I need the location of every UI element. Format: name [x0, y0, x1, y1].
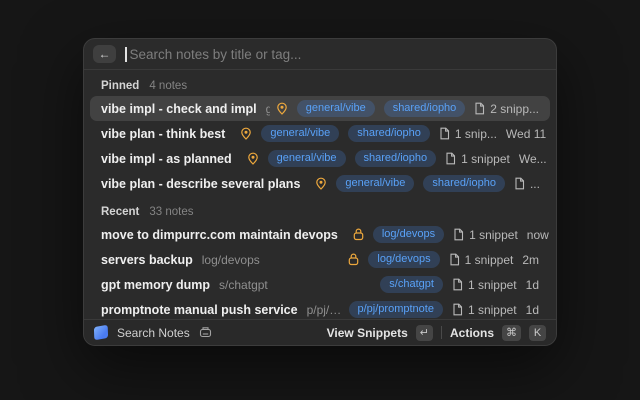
note-subtitle: p/pj/promptnote	[307, 303, 343, 317]
tag-badge: shared/iopho	[348, 125, 430, 142]
snippet-meta: 1 snippet	[445, 152, 510, 166]
search-input[interactable]	[130, 47, 548, 62]
pin-icon	[240, 127, 252, 140]
snippet-count: ...	[530, 177, 540, 191]
note-accessories: p/pj/promptnote 1 snippet 1d	[349, 301, 540, 318]
note-title: servers backup	[101, 253, 193, 267]
snippet-icon	[439, 127, 450, 140]
section-count: 33 notes	[149, 206, 193, 218]
footer-actions: View Snippets ↵ Actions ⌘ K	[327, 325, 546, 341]
snippet-meta: 1 snippet	[449, 253, 514, 267]
lock-icon	[348, 253, 359, 266]
view-snippets-button[interactable]: View Snippets	[327, 326, 408, 340]
search-bar: ←	[84, 39, 556, 70]
section-header-recent: Recent 33 notes	[84, 196, 556, 222]
note-subtitle: log/devops	[202, 253, 260, 267]
snippet-meta: 1 snip...	[439, 127, 497, 141]
snippet-icon	[452, 303, 463, 316]
note-subtitle: general/vibe, shared/iopho	[266, 102, 270, 116]
text-caret	[125, 47, 127, 62]
note-date: 1d	[526, 278, 539, 292]
pin-icon	[276, 102, 288, 115]
enter-keycap[interactable]: ↵	[416, 325, 433, 341]
note-date: now	[527, 228, 549, 242]
footer-divider	[441, 326, 442, 339]
snippet-icon	[445, 152, 456, 165]
printer-icon	[199, 326, 212, 339]
tag-badge: shared/iopho	[384, 100, 466, 117]
note-accessories: s/chatgpt 1 snippet 1d	[380, 276, 539, 293]
launcher-panel: ← Pinned 4 notesvibe impl - check and im…	[83, 38, 557, 346]
note-title: move to dimpurrc.com maintain devops	[101, 228, 338, 242]
snippet-meta: ...	[514, 177, 540, 191]
note-accessories: general/vibe shared/iopho 1 snippet We...	[247, 150, 547, 167]
pin-icon	[247, 152, 259, 165]
tag-badge: general/vibe	[261, 125, 339, 142]
snippet-icon	[453, 228, 464, 241]
note-row[interactable]: gpt memory dump s/chatgpt s/chatgpt 1 sn…	[90, 272, 550, 297]
note-subtitle: s/chatgpt	[219, 278, 268, 292]
extension-name: Search Notes	[117, 326, 190, 340]
note-row[interactable]: move to dimpurrc.com maintain devops log…	[90, 222, 550, 247]
tag-badge: s/chatgpt	[380, 276, 443, 293]
snippet-icon	[474, 102, 485, 115]
snippet-count: 1 snippet	[461, 152, 510, 166]
section-label: Pinned	[101, 80, 139, 92]
note-accessories: general/vibe shared/iopho 2 snipp...	[276, 100, 539, 117]
extension-note-icon	[94, 325, 108, 341]
snippet-meta: 1 snippet	[452, 278, 517, 292]
k-keycap[interactable]: K	[529, 325, 546, 341]
note-row[interactable]: vibe plan - think best general/vibe, sha…	[90, 121, 550, 146]
pin-icon	[315, 177, 327, 190]
snippet-count: 2 snipp...	[490, 102, 539, 116]
tag-badge: log/devops	[368, 251, 439, 268]
note-title: vibe impl - check and impl	[101, 102, 257, 116]
back-button[interactable]: ←	[93, 45, 116, 63]
snippet-icon	[452, 278, 463, 291]
note-date: 2m	[522, 253, 539, 267]
note-date: Wed 11	[506, 127, 546, 141]
snippet-icon	[449, 253, 460, 266]
note-row[interactable]: vibe plan - describe several plans gener…	[90, 171, 550, 196]
snippet-meta: 1 snippet	[453, 228, 518, 242]
notes-list: Pinned 4 notesvibe impl - check and impl…	[84, 70, 556, 319]
note-accessories: log/devops 1 snippet 2m	[348, 251, 539, 268]
snippet-count: 1 snippet	[468, 278, 517, 292]
cmd-keycap[interactable]: ⌘	[502, 325, 521, 341]
note-title: vibe plan - think best	[101, 127, 225, 141]
footer: Search Notes View Snippets ↵ Actions ⌘ K	[84, 319, 556, 345]
tag-badge: p/pj/promptnote	[349, 301, 443, 318]
section-label: Recent	[101, 206, 139, 218]
note-title: gpt memory dump	[101, 278, 210, 292]
note-accessories: log/devops 1 snippet now	[353, 226, 549, 243]
snippet-count: 1 snippet	[465, 253, 514, 267]
snippet-meta: 1 snippet	[452, 303, 517, 317]
lock-icon	[353, 228, 364, 241]
section-header-pinned: Pinned 4 notes	[84, 70, 556, 96]
snippet-count: 1 snippet	[468, 303, 517, 317]
note-accessories: general/vibe shared/iopho ...	[315, 175, 540, 192]
snippet-count: 1 snippet	[469, 228, 518, 242]
tag-badge: general/vibe	[297, 100, 375, 117]
tag-badge: shared/iopho	[355, 150, 437, 167]
snippet-icon	[514, 177, 525, 190]
note-row[interactable]: vibe impl - as planned general/vibe, sha…	[90, 146, 550, 171]
note-title: promptnote manual push service	[101, 303, 298, 317]
snippet-count: 1 snip...	[455, 127, 497, 141]
note-title: vibe plan - describe several plans	[101, 177, 300, 191]
note-row[interactable]: vibe impl - check and impl general/vibe,…	[90, 96, 550, 121]
note-title: vibe impl - as planned	[101, 152, 232, 166]
note-date: We...	[519, 152, 547, 166]
note-row[interactable]: servers backup log/devops log/devops 1 s…	[90, 247, 550, 272]
note-row[interactable]: promptnote manual push service p/pj/prom…	[90, 297, 550, 319]
snippet-meta: 2 snipp...	[474, 102, 539, 116]
section-count: 4 notes	[149, 80, 187, 92]
note-date: 1d	[526, 303, 539, 317]
note-accessories: general/vibe shared/iopho 1 snip... Wed 1…	[240, 125, 546, 142]
tag-badge: log/devops	[373, 226, 444, 243]
tag-badge: general/vibe	[268, 150, 346, 167]
tag-badge: shared/iopho	[423, 175, 505, 192]
actions-button[interactable]: Actions	[450, 326, 494, 340]
tag-badge: general/vibe	[336, 175, 414, 192]
